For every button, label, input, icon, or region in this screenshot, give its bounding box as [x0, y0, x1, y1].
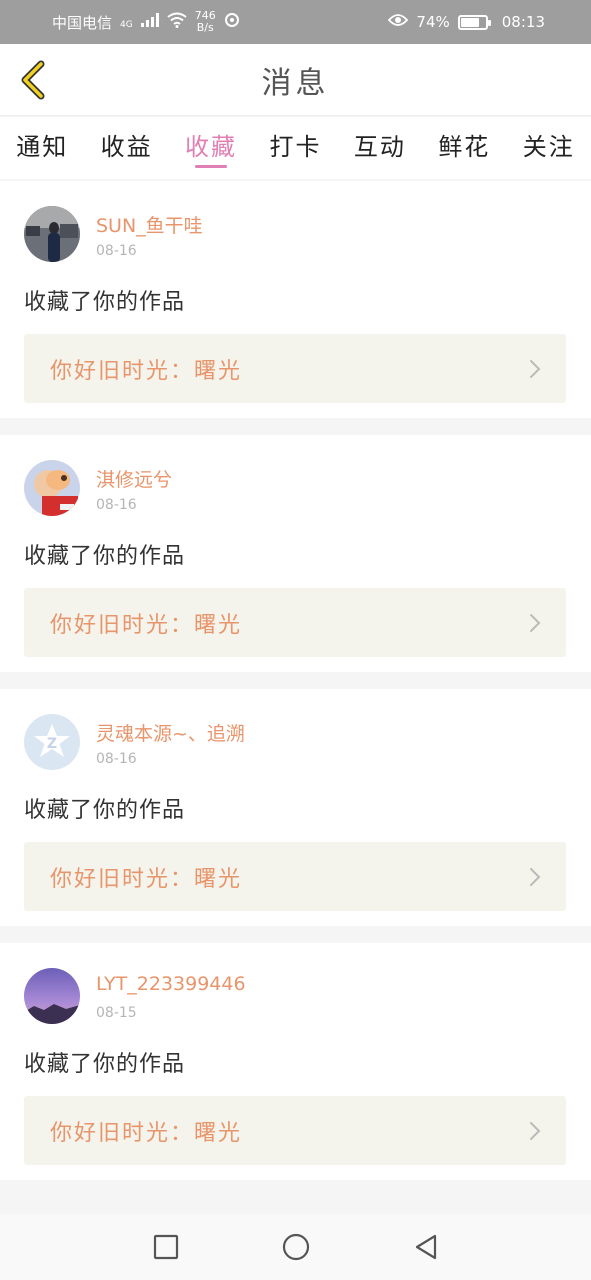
work-title: 你好旧时光：曙光 [50, 612, 243, 638]
avatar[interactable]: Z [24, 714, 80, 770]
username[interactable]: LYT_223399446 [96, 973, 246, 995]
status-bar: 中国电信 4G 746 B/s 74% 08:13 [0, 0, 591, 44]
work-title: 你好旧时光：曙光 [50, 1120, 243, 1146]
message-card: SUN_鱼干哇 08-16 收藏了你的作品 你好旧时光：曙光 [0, 181, 591, 418]
message-date: 08-15 [96, 1005, 137, 1021]
avatar[interactable] [24, 968, 80, 1024]
chevron-right-icon [530, 613, 541, 632]
status-left: 中国电信 4G 746 B/s [52, 10, 240, 34]
tab-earnings[interactable]: 收益 [84, 117, 168, 162]
action-text: 收藏了你的作品 [24, 798, 186, 823]
message-card: 淇修远兮 08-16 收藏了你的作品 你好旧时光：曙光 [0, 435, 591, 672]
avatar[interactable] [24, 206, 80, 262]
circle-icon [282, 1233, 309, 1261]
sync-icon [224, 12, 240, 32]
eye-icon [388, 13, 409, 31]
signal-icon [140, 13, 159, 31]
clock: 08:13 [501, 13, 545, 31]
chevron-right-icon [530, 1121, 541, 1140]
chevron-right-icon [530, 867, 541, 886]
tab-bar: 通知 收益 收藏 打卡 互动 鲜花 关注 [0, 117, 591, 179]
back-nav-button[interactable] [411, 1232, 441, 1262]
work-link[interactable]: 你好旧时光：曙光 [24, 334, 566, 403]
header: 消息 [0, 44, 591, 116]
tab-following[interactable]: 关注 [507, 117, 591, 162]
network-label: 4G [120, 20, 133, 30]
system-nav-bar [0, 1214, 591, 1280]
home-button[interactable] [281, 1232, 311, 1262]
message-card: LYT_223399446 08-15 收藏了你的作品 你好旧时光：曙光 [0, 943, 591, 1180]
back-button[interactable] [14, 58, 54, 102]
network-speed: 746 B/s [195, 10, 216, 34]
username[interactable]: 淇修远兮 [96, 465, 172, 492]
wifi-icon [167, 12, 187, 32]
message-list: SUN_鱼干哇 08-16 收藏了你的作品 你好旧时光：曙光 淇修远兮 08-1… [0, 181, 591, 1197]
page-title: 消息 [261, 65, 330, 101]
chevron-right-icon [530, 359, 541, 378]
work-link[interactable]: 你好旧时光：曙光 [24, 842, 566, 911]
work-title: 你好旧时光：曙光 [50, 358, 243, 384]
triangle-back-icon [415, 1234, 436, 1260]
tab-favorites[interactable]: 收藏 [169, 117, 253, 162]
tab-notifications[interactable]: 通知 [0, 117, 84, 162]
action-text: 收藏了你的作品 [24, 544, 186, 569]
recents-button[interactable] [151, 1232, 181, 1262]
status-right: 74% 08:13 [388, 13, 545, 31]
username[interactable]: 灵魂本源~、追溯 [96, 719, 245, 746]
speed-unit: B/s [196, 21, 214, 34]
action-text: 收藏了你的作品 [24, 290, 186, 315]
tab-checkin[interactable]: 打卡 [253, 117, 337, 162]
carrier-label: 中国电信 [52, 13, 113, 32]
chevron-left-icon [21, 60, 45, 100]
avatar[interactable] [24, 460, 80, 516]
work-link[interactable]: 你好旧时光：曙光 [24, 588, 566, 657]
battery-icon [457, 14, 491, 30]
message-card: Z 灵魂本源~、追溯 08-16 收藏了你的作品 你好旧时光：曙光 [0, 689, 591, 926]
work-link[interactable]: 你好旧时光：曙光 [24, 1096, 566, 1165]
tab-interactions[interactable]: 互动 [338, 117, 422, 162]
square-icon [153, 1234, 178, 1260]
message-date: 08-16 [96, 497, 137, 513]
message-date: 08-16 [96, 243, 137, 259]
action-text: 收藏了你的作品 [24, 1052, 186, 1077]
battery-percent: 74% [416, 13, 450, 31]
message-date: 08-16 [96, 751, 137, 767]
work-title: 你好旧时光：曙光 [50, 866, 243, 892]
username[interactable]: SUN_鱼干哇 [96, 211, 203, 238]
tab-flowers[interactable]: 鲜花 [422, 117, 506, 162]
svg-text:Z: Z [47, 736, 57, 752]
